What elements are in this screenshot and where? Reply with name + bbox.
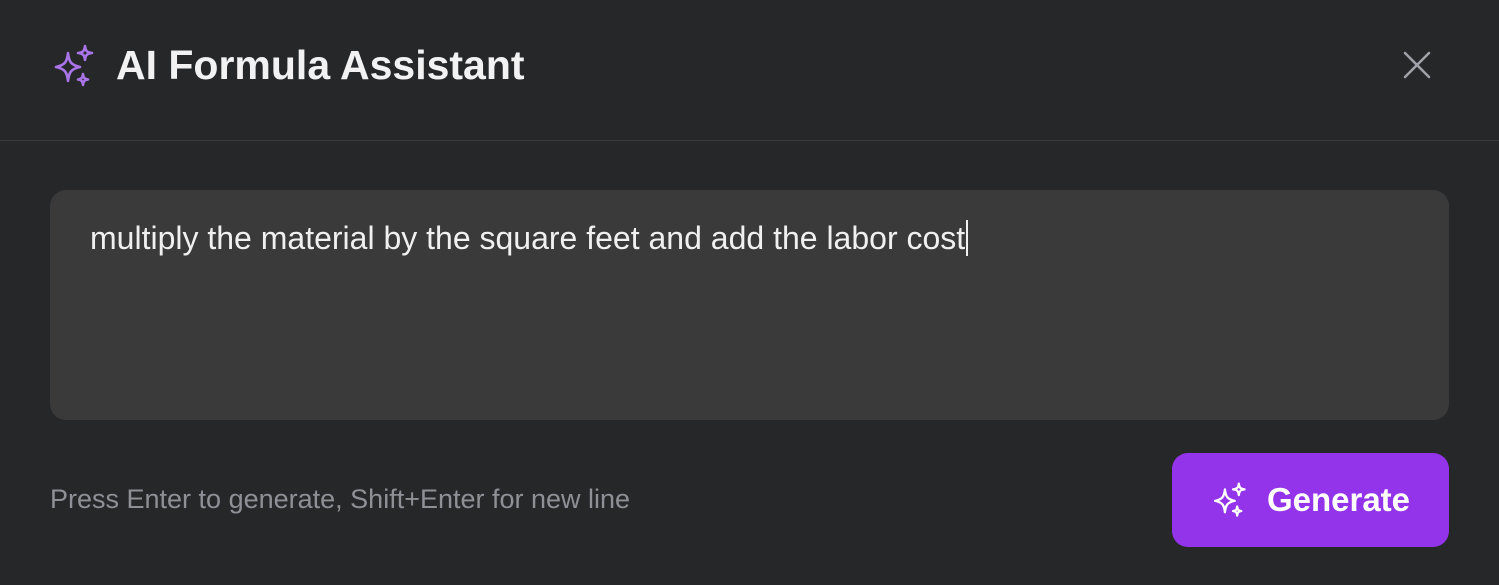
close-button[interactable] xyxy=(1396,44,1438,86)
close-icon xyxy=(1403,51,1431,79)
dialog-header: AI Formula Assistant xyxy=(0,0,1499,141)
keyboard-hint: Press Enter to generate, Shift+Enter for… xyxy=(50,484,631,514)
generate-button-label: Generate xyxy=(1266,481,1411,518)
text-caret xyxy=(966,220,969,256)
ai-formula-assistant-dialog: AI Formula Assistant multiply the materi… xyxy=(0,0,1499,585)
prompt-input[interactable]: multiply the material by the square feet… xyxy=(50,190,1449,420)
dialog-title: AI Formula Assistant xyxy=(116,42,525,88)
prompt-input-value: multiply the material by the square feet… xyxy=(90,220,966,256)
generate-button[interactable]: Generate xyxy=(1172,453,1449,547)
sparkles-icon xyxy=(1211,482,1247,518)
sparkles-icon xyxy=(51,44,95,88)
